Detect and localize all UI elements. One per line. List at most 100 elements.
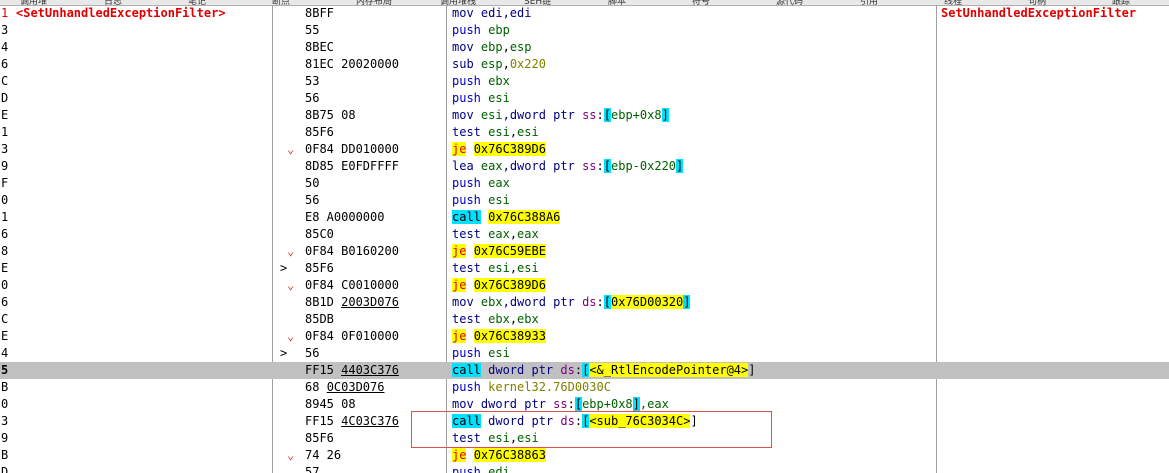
instruction-token: eax (517, 227, 539, 241)
byte-group: 0F84 B0160200 (305, 244, 399, 258)
byte-group: 81EC 20020000 (305, 57, 399, 71)
disassembly-row[interactable]: 4 >56 push esi (0, 345, 1169, 362)
address-suffix: 6 (1, 295, 9, 309)
instruction-token: , (509, 431, 518, 445)
instruction-cell: push edi (452, 464, 932, 473)
disassembly-row[interactable]: 1 85F6 test esi,esi (0, 124, 1169, 141)
instruction-token: sub (452, 57, 481, 71)
instruction-token: ss (582, 159, 597, 173)
disassembly-row[interactable]: 3 FF15 4C03C376 call dword ptr ds:[<sub_76… (0, 413, 1169, 430)
address-cell: B (0, 447, 270, 464)
instruction-token: , (509, 125, 518, 139)
byte-group: 85DB (305, 312, 334, 326)
bytes-cell: 8BFF (305, 5, 445, 22)
disassembly-row[interactable]: F 50 push eax (0, 175, 1169, 192)
gutter-cell (280, 209, 304, 226)
instruction-token: test (452, 431, 489, 445)
disassembly-row[interactable]: 1 <SetUnhandledExceptionFilter> 8BFF mov ed… (0, 5, 1169, 22)
byte-group: 74 26 (305, 448, 342, 462)
instruction-cell: push esi (452, 90, 932, 107)
byte-group: 0C03D076 (326, 380, 385, 394)
disassembly-row[interactable]: 5 FF15 4403C376 call dword ptr ds:[<&_RtlE… (0, 362, 1169, 379)
bytes-cell: 8BEC (305, 39, 445, 56)
comment-cell: SetUnhandledExceptionFilter (941, 6, 1137, 20)
byte-group: 56 (305, 193, 320, 207)
disassembly-row[interactable]: E >85F6 test esi,esi (0, 260, 1169, 277)
disassembly-row[interactable]: 3 55 push ebp (0, 22, 1169, 39)
byte-group: 8B1D (305, 295, 342, 309)
instruction-token: ] (683, 295, 691, 309)
byte-group: 57 (305, 465, 320, 473)
disassembly-row[interactable]: 9 8D85 E0FDFFFF lea eax,dword ptr ss:[ebp-… (0, 158, 1169, 175)
disassembly-row[interactable]: 3 ⌄ 0F84 DD010000 je 0x76C389D6 (0, 141, 1169, 158)
instruction-token: mov dword ptr (452, 397, 554, 411)
bytes-cell: 0F84 DD010000 (305, 141, 445, 158)
instruction-token: ebx (488, 312, 510, 326)
byte-group: 55 (305, 23, 320, 37)
bytes-cell: 57 (305, 464, 445, 473)
disassembly-row[interactable]: 0 8945 08 mov dword ptr ss:[ebp+0x8],eax (0, 396, 1169, 413)
instruction-token: ebp (488, 23, 510, 37)
instruction-token: ] (748, 363, 756, 377)
disassembly-row[interactable]: 6 81EC 20020000 sub esp,0x220 (0, 56, 1169, 73)
bytes-cell: 0F84 0F010000 (305, 328, 445, 345)
instruction-token (466, 448, 473, 462)
instruction-token: [ (603, 295, 611, 309)
instruction-token: je (452, 448, 467, 462)
disassembly-row[interactable]: 9 85F6 test esi,esi (0, 430, 1169, 447)
instruction-token: je (452, 244, 467, 258)
disassembly-row[interactable]: 1 E8 A0000000 call 0x76C388A6 (0, 209, 1169, 226)
disassembly-row[interactable]: 8 ⌄ 0F84 B0160200 je 0x76C59EBE (0, 243, 1169, 260)
disassembly-row[interactable]: C 53 push ebx (0, 73, 1169, 90)
gutter-cell (280, 311, 304, 328)
instruction-token: , (502, 57, 510, 71)
instruction-token: lea (452, 159, 481, 173)
instruction-cell: push eax (452, 175, 932, 192)
instruction-token: esi (488, 91, 510, 105)
byte-group: 0F84 DD010000 (305, 142, 399, 156)
address-suffix: 4 (1, 346, 9, 360)
instruction-cell: je 0x76C389D6 (452, 277, 932, 294)
address-suffix: 3 (1, 23, 9, 37)
gutter-cell (280, 192, 304, 209)
instruction-token: eax (488, 176, 510, 190)
instruction-token: ] (676, 159, 684, 173)
address-cell: 4 (0, 39, 270, 56)
instruction-token: esi (517, 431, 539, 445)
disassembly-row[interactable]: 6 8B1D 2003D076 mov ebx,dword ptr ds:[0x76… (0, 294, 1169, 311)
bytes-cell: 85DB (305, 311, 445, 328)
disassembly-listing[interactable]: 1 <SetUnhandledExceptionFilter> 8BFF mov ed… (0, 5, 1169, 473)
instruction-cell: push kernel32.76D0030C (452, 379, 932, 396)
instruction-token: : (574, 414, 583, 428)
disassembly-row[interactable]: D 57 push edi (0, 464, 1169, 473)
address-suffix: 1 (1, 210, 9, 224)
instruction-token: 0x76C38933 (473, 329, 546, 343)
address-cell: 0 (0, 396, 270, 413)
disassembly-row[interactable]: D 56 push esi (0, 90, 1169, 107)
byte-group: 85C0 (305, 227, 334, 241)
address-suffix: F (1, 176, 9, 190)
instruction-token: [ (603, 108, 611, 122)
disassembly-row[interactable]: E 8B75 08 mov esi,dword ptr ss:[ebp+0x8] (0, 107, 1169, 124)
byte-group: 50 (305, 176, 320, 190)
address-cell: 4 (0, 345, 270, 362)
instruction-token: kernel32.76D0030C (488, 380, 611, 394)
instruction-token: push (452, 346, 489, 360)
disassembly-row[interactable]: B 68 0C03D076 push kernel32.76D0030C (0, 379, 1169, 396)
instruction-token: : (596, 159, 604, 173)
disassembly-row[interactable]: C 85DB test ebx,ebx (0, 311, 1169, 328)
disassembly-row[interactable]: B ⌄ 74 26 je 0x76C38863 (0, 447, 1169, 464)
disassembly-row[interactable]: 4 8BEC mov ebp,esp (0, 39, 1169, 56)
disassembly-row[interactable]: E ⌄ 0F84 0F010000 je 0x76C38933 (0, 328, 1169, 345)
address-suffix: 9 (1, 159, 9, 173)
gutter-cell (280, 107, 304, 124)
instruction-token: ebx (488, 74, 510, 88)
disassembly-row[interactable]: 6 85C0 test eax,eax (0, 226, 1169, 243)
jump-target-arrow-icon: > (280, 346, 288, 360)
instruction-cell: push esi (452, 192, 932, 209)
disassembly-row[interactable]: 0 56 push esi (0, 192, 1169, 209)
instruction-cell: je 0x76C59EBE (452, 243, 932, 260)
address-suffix: 0 (1, 397, 9, 411)
gutter-cell (280, 413, 304, 430)
disassembly-row[interactable]: 0 ⌄ 0F84 C0010000 je 0x76C389D6 (0, 277, 1169, 294)
